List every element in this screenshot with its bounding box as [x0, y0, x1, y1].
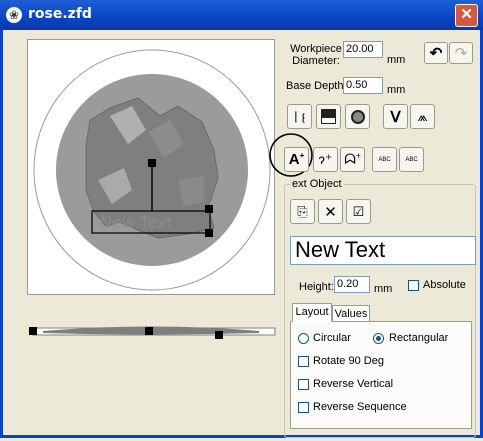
v-carve-button[interactable]: Ⅴ	[383, 104, 408, 129]
text-abc-icon: ABC	[378, 156, 391, 163]
engraved-text-preview: New Text	[100, 213, 172, 232]
workpiece-label-line1: Workpiece	[290, 43, 342, 55]
rotate-90-label: Rotate 90 Deg	[313, 355, 384, 367]
title-bar: ❀ rose.zfd ✕	[0, 0, 483, 30]
add-text-icon: A+	[288, 151, 305, 168]
properties-icon: ☑	[352, 203, 365, 219]
text-object-group-label: ext Object	[290, 178, 344, 190]
text-abc-layout-icon: ABC	[405, 156, 418, 163]
reverse-vertical-label: Reverse Vertical	[313, 378, 394, 390]
delete-icon: ✕	[324, 203, 337, 221]
close-button[interactable]: ✕	[455, 4, 478, 27]
slider-handle-mid	[145, 327, 153, 335]
text-cursor-icon: ᛁ⁅	[292, 109, 307, 124]
text-abc-button[interactable]: ABC	[372, 147, 397, 172]
redo-button[interactable]: ↷	[449, 42, 473, 64]
base-depth-label: Base Depth:	[286, 80, 347, 92]
text-cursor-button[interactable]: ᛁ⁅	[287, 104, 312, 129]
height-label: Height:	[299, 281, 334, 293]
add-path-button[interactable]: ɂ⁺	[313, 147, 338, 172]
absolute-checkbox[interactable]	[408, 280, 419, 291]
base-depth-unit: mm	[387, 84, 406, 96]
reverse-vertical-checkbox[interactable]	[298, 379, 309, 390]
text-content-input[interactable]: New Text	[290, 236, 476, 265]
disc-button[interactable]	[345, 104, 370, 129]
properties-button[interactable]: ☑	[346, 199, 371, 224]
base-depth-input[interactable]: 0.50	[343, 77, 383, 94]
v-carve-icon: Ⅴ	[390, 108, 401, 126]
circular-label: Circular	[313, 332, 351, 344]
circular-radio[interactable]	[298, 333, 309, 344]
workpiece-diameter-label: Workpiece Diameter:	[290, 43, 342, 67]
tab-values[interactable]: Values	[332, 305, 370, 322]
add-path-icon: ɂ⁺	[318, 151, 333, 167]
slider-handle-left	[29, 327, 37, 335]
reverse-sequence-checkbox[interactable]	[298, 402, 309, 413]
rotation-handle	[148, 159, 156, 167]
delete-button[interactable]: ✕	[318, 199, 343, 224]
save-button[interactable]	[316, 104, 341, 129]
rotate-90-checkbox[interactable]	[298, 356, 309, 367]
workpiece-diameter-input[interactable]: 20.00	[343, 41, 383, 58]
workpiece-label-line2: Diameter:	[292, 55, 340, 67]
copy-button[interactable]: ⎘	[290, 199, 315, 224]
redo-icon: ↷	[454, 45, 468, 62]
relief-icon: ⩕	[417, 108, 428, 124]
resize-handle-top	[205, 205, 213, 213]
depth-slider[interactable]	[27, 302, 281, 342]
preview-svg: New Text	[33, 49, 271, 291]
undo-icon: ↶	[429, 45, 443, 62]
undo-button[interactable]: ↶	[424, 42, 448, 64]
app-rose-icon: ❀	[6, 7, 22, 23]
add-text-button[interactable]: A+	[284, 147, 309, 172]
add-shape-button[interactable]: ᗣ⁺	[340, 147, 365, 172]
height-unit: mm	[374, 283, 393, 295]
add-shape-icon: ᗣ⁺	[344, 151, 361, 167]
save-icon	[321, 109, 336, 124]
rectangular-radio[interactable]	[373, 333, 384, 344]
text-abc-layout-button[interactable]: ABC	[399, 147, 424, 172]
absolute-label: Absolute	[423, 279, 466, 291]
slider-handle-right	[215, 331, 223, 339]
slider-svg	[29, 326, 276, 339]
window-title: rose.zfd	[28, 6, 92, 22]
reverse-sequence-label: Reverse Sequence	[313, 401, 407, 413]
copy-icon: ⎘	[297, 203, 308, 219]
workpiece-unit: mm	[387, 54, 406, 66]
relief-button[interactable]: ⩕	[410, 104, 435, 129]
height-input[interactable]: 0.20	[334, 276, 370, 293]
rectangular-label: Rectangular	[389, 332, 449, 344]
disc-icon	[350, 109, 365, 124]
preview-canvas[interactable]: New Text	[27, 39, 275, 295]
tab-layout[interactable]: Layout	[292, 303, 332, 322]
resize-handle-bottom	[205, 229, 213, 237]
